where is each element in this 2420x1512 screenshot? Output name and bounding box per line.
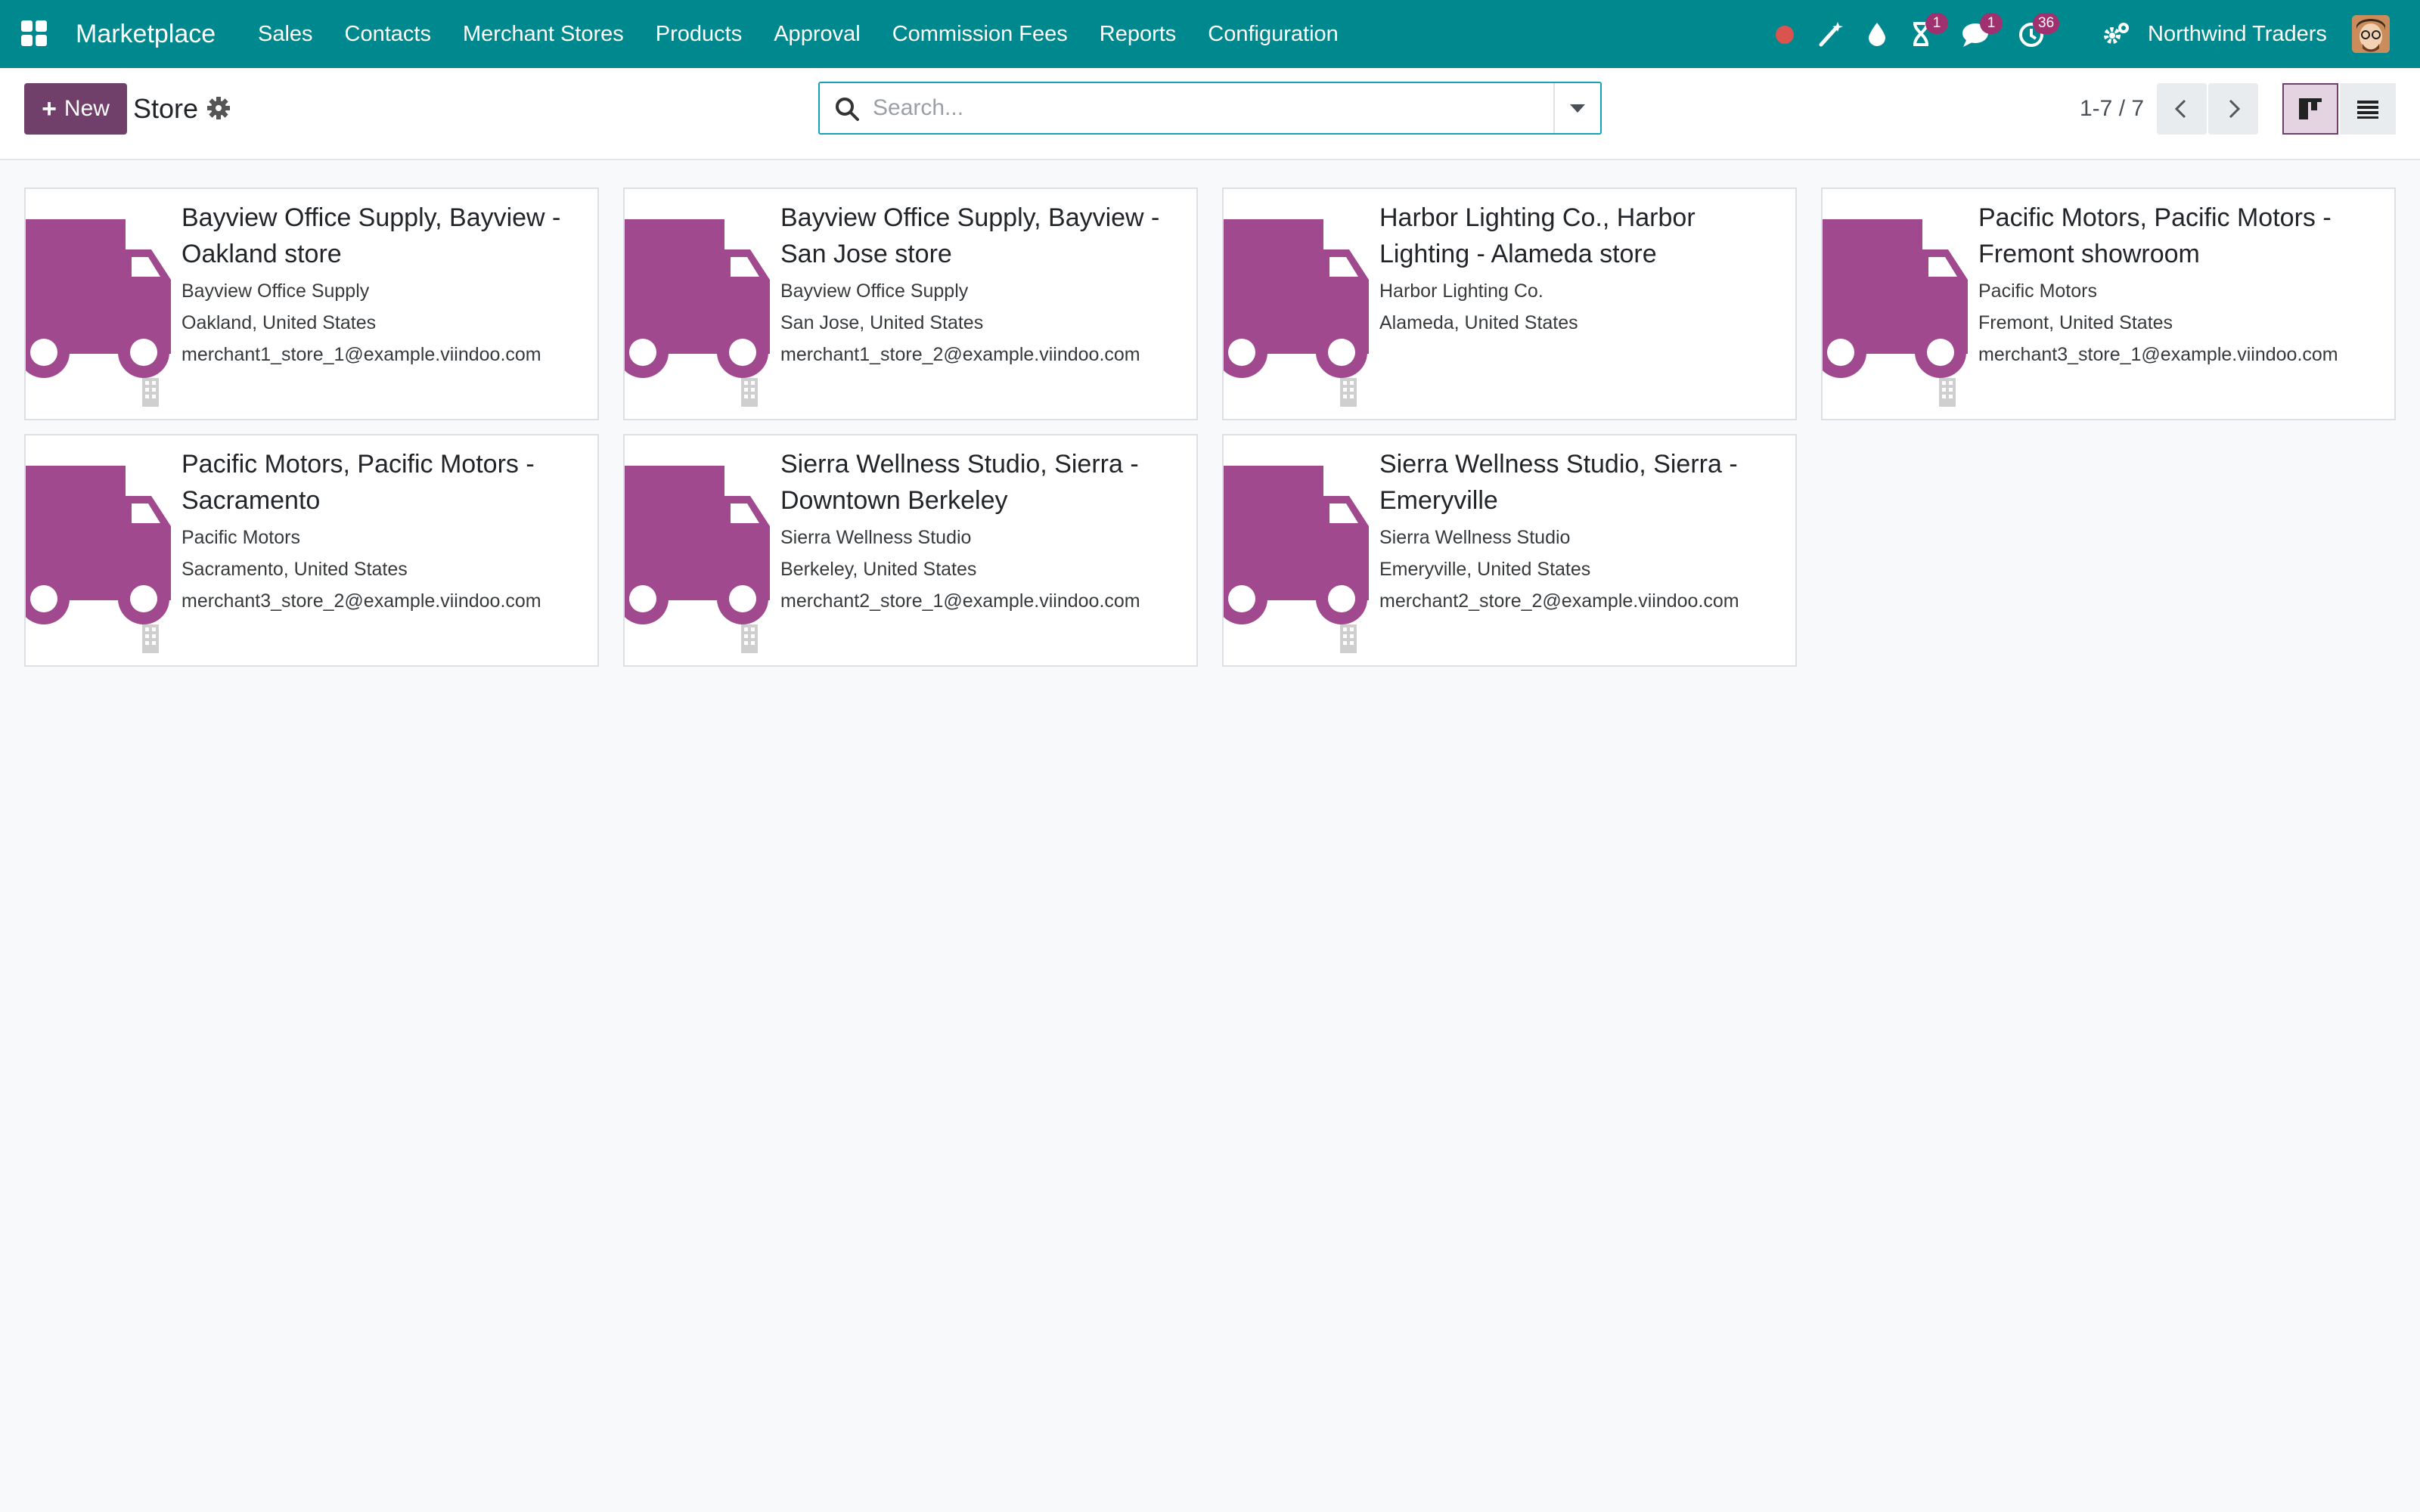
building-icon [1938,376,1957,407]
search-options-toggle[interactable] [1553,83,1600,133]
store-location: Berkeley, United States [780,559,977,580]
store-email: merchant2_store_2@example.viindoo.com [1379,590,1739,612]
menu-products[interactable]: Products [640,0,758,68]
menu-commission-fees[interactable]: Commission Fees [876,0,1084,68]
activities-badge: 36 [2033,13,2060,34]
building-icon [1339,376,1358,407]
truck-icon [625,219,770,393]
control-panel: + New Store 1-7 / 7 [0,68,2420,160]
merchant-name: Pacific Motors [182,527,300,548]
store-location: Oakland, United States [182,312,377,333]
gear-icon[interactable] [206,95,231,121]
card-text: Bayview Office Supply, Bayview - Oakland… [182,200,590,370]
store-card[interactable]: Sierra Wellness Studio, Sierra - Emeryvi… [1222,434,1797,667]
list-icon [2357,101,2378,119]
chevron-right-icon [2229,99,2241,119]
store-name: Bayview Office Supply, Bayview - San Jos… [780,203,1160,268]
kanban-icon [2299,98,2322,119]
store-card[interactable]: Bayview Office Supply, Bayview - San Jos… [623,187,1198,420]
merchant-name: Bayview Office Supply [780,280,969,302]
main-menu: Sales Contacts Merchant Stores Products … [242,0,1354,68]
company-switcher[interactable]: Northwind Traders [2148,0,2327,68]
store-email: merchant1_store_2@example.viindoo.com [780,344,1140,365]
store-location: Alameda, United States [1379,312,1578,333]
pager-next-button[interactable] [2208,83,2258,135]
card-text: Bayview Office Supply, Bayview - San Jos… [780,200,1189,370]
truck-icon [26,219,171,393]
plus-icon: + [42,94,57,123]
store-card[interactable]: Bayview Office Supply, Bayview - Oakland… [24,187,599,420]
merchant-name: Harbor Lighting Co. [1379,280,1544,302]
top-navbar: Marketplace Sales Contacts Merchant Stor… [0,0,2420,68]
store-email: merchant3_store_1@example.viindoo.com [1978,344,2338,365]
card-text: Pacific Motors, Pacific Motors - Sacrame… [182,446,590,617]
caret-down-icon [1570,104,1585,113]
magic-wand-icon[interactable] [1815,19,1845,49]
truck-icon [1224,466,1369,640]
pager-value[interactable]: 1-7 / 7 [2080,88,2144,130]
store-card[interactable]: Pacific Motors, Pacific Motors - Sacrame… [24,434,599,667]
menu-merchant-stores[interactable]: Merchant Stores [447,0,640,68]
store-email: merchant2_store_1@example.viindoo.com [780,590,1140,612]
merchant-name: Sierra Wellness Studio [1379,527,1571,548]
user-avatar[interactable] [2352,15,2390,53]
store-email: merchant3_store_2@example.viindoo.com [182,590,541,612]
pager-previous-button[interactable] [2157,83,2207,135]
truck-icon [26,466,171,640]
new-button-label: New [64,96,110,121]
store-location: Emeryville, United States [1379,559,1591,580]
messages-badge: 1 [1980,13,2003,34]
store-email: merchant1_store_1@example.viindoo.com [182,344,541,365]
water-drop-icon[interactable] [1862,19,1892,49]
store-name: Sierra Wellness Studio, Sierra - Downtow… [780,450,1139,515]
store-card[interactable]: Harbor Lighting Co., Harbor Lighting - A… [1222,187,1797,420]
activity-clock-icon[interactable]: 36 [2016,13,2060,49]
card-text: Harbor Lighting Co., Harbor Lighting - A… [1379,200,1788,339]
store-location: Sacramento, United States [182,559,408,580]
merchant-name: Sierra Wellness Studio [780,527,972,548]
hourglass-icon[interactable]: 1 [1906,13,1948,49]
kanban-view-button[interactable] [2282,83,2338,135]
menu-configuration[interactable]: Configuration [1192,0,1354,68]
truck-icon [1224,219,1369,393]
store-name: Sierra Wellness Studio, Sierra - Emeryvi… [1379,450,1738,515]
card-text: Sierra Wellness Studio, Sierra - Emeryvi… [1379,446,1788,617]
store-name: Pacific Motors, Pacific Motors - Sacrame… [182,450,535,515]
store-location: Fremont, United States [1978,312,2173,333]
page-title: Store [133,93,199,124]
store-card[interactable]: Sierra Wellness Studio, Sierra - Downtow… [623,434,1198,667]
store-name: Bayview Office Supply, Bayview - Oakland… [182,203,561,268]
menu-sales[interactable]: Sales [242,0,329,68]
merchant-name: Bayview Office Supply [182,280,370,302]
menu-contacts[interactable]: Contacts [329,0,447,68]
store-name: Harbor Lighting Co., Harbor Lighting - A… [1379,203,1696,268]
building-icon [141,376,160,407]
card-text: Pacific Motors, Pacific Motors - Fremont… [1978,200,2387,370]
store-location: San Jose, United States [780,312,984,333]
building-icon [1339,623,1358,653]
menu-reports[interactable]: Reports [1084,0,1193,68]
settings-cogs-icon[interactable] [2101,19,2131,49]
new-button[interactable]: + New [24,83,127,135]
apps-grid-icon[interactable] [21,20,48,48]
merchant-name: Pacific Motors [1978,280,2097,302]
building-icon [740,623,759,653]
building-icon [141,623,160,653]
menu-approval[interactable]: Approval [758,0,876,68]
store-card[interactable]: Pacific Motors, Pacific Motors - Fremont… [1821,187,2396,420]
chat-icon[interactable]: 1 [1960,13,2003,49]
search-icon [833,95,861,122]
search-box [818,82,1602,135]
card-text: Sierra Wellness Studio, Sierra - Downtow… [780,446,1189,617]
app-brand[interactable]: Marketplace [76,0,216,68]
hourglass-badge: 1 [1925,13,1948,34]
search-input[interactable] [873,88,1538,129]
truck-icon [625,466,770,640]
truck-icon [1823,219,1968,393]
store-name: Pacific Motors, Pacific Motors - Fremont… [1978,203,2332,268]
building-icon [740,376,759,407]
record-dot-icon[interactable] [1770,19,1800,49]
list-view-button[interactable] [2340,83,2396,135]
chevron-left-icon [2174,99,2186,119]
